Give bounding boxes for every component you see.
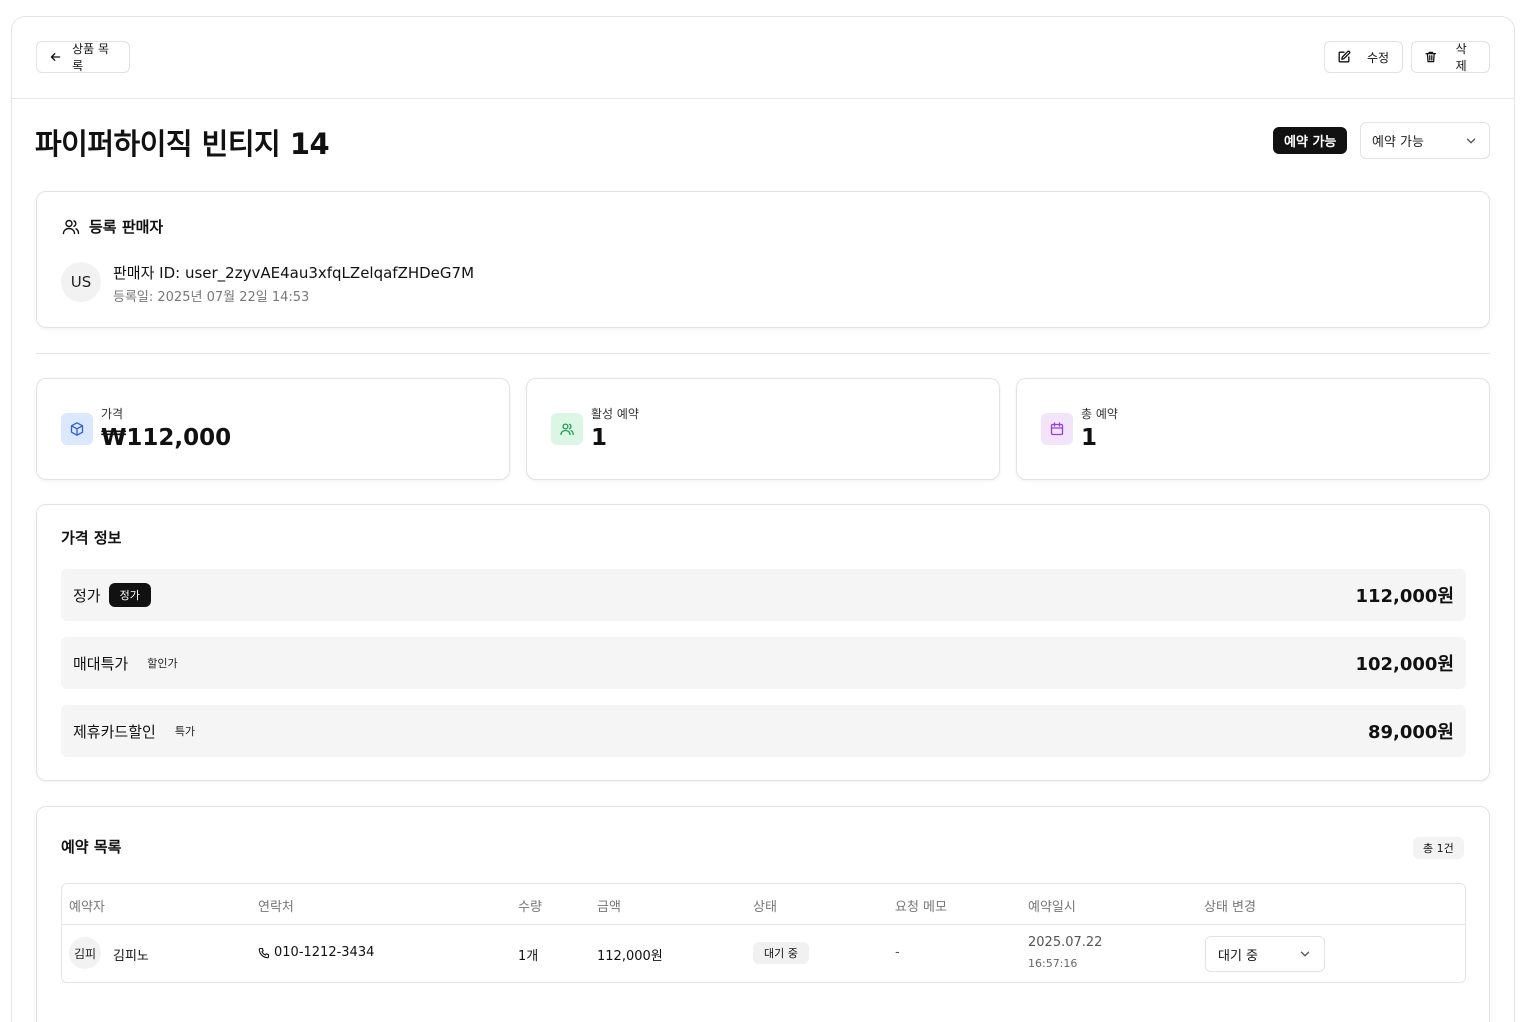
column-header: 금액: [597, 900, 621, 915]
status-badge: 예약 가능: [1273, 127, 1348, 154]
stat-value: 1: [1081, 425, 1098, 451]
edit-label: 수정: [1367, 50, 1390, 65]
reservation-list-title: 예약 목록: [61, 838, 122, 856]
back-label: 상품 목록: [72, 42, 110, 73]
reservation-date: 2025.07.22: [1028, 935, 1103, 950]
price-row-regular: 정가 정가 112,000원: [61, 569, 1466, 621]
stat-card-active-reservations: 활성 예약 1: [526, 378, 1000, 480]
top-bar: 상품 목록 수정 삭제: [12, 17, 1514, 99]
price-info-card: 가격 정보 정가 정가 112,000원 매대특가 할인가 102,000원 제…: [36, 504, 1490, 781]
arrow-left-icon: [50, 53, 61, 61]
seller-id: 판매자 ID: user_2zyvAE4au3xfqLZelqafZHDeG7M: [113, 264, 475, 282]
reservation-memo: -: [895, 945, 900, 960]
price-value: 89,000원: [1367, 722, 1454, 743]
seller-card: 등록 판매자 US 판매자 ID: user_2zyvAE4au3xfqLZel…: [36, 191, 1490, 328]
seller-registered-date: 등록일: 2025년 07월 22일 14:53: [113, 290, 310, 305]
column-header: 예약자: [69, 900, 105, 915]
column-header: 수량: [518, 900, 542, 915]
price-row-discount: 매대특가 할인가 102,000원: [61, 637, 1466, 689]
column-header: 예약일시: [1028, 900, 1076, 915]
reservation-table: 예약자 연락처 수량 금액 상태 요청 메모 예약일시 상태 변경 김피 김피노…: [61, 883, 1466, 983]
stat-label: 활성 예약: [591, 407, 639, 421]
price-tag: 특가: [174, 725, 196, 738]
price-value: 112,000원: [1355, 586, 1454, 607]
reservation-status-badge: 대기 중: [753, 942, 809, 964]
price-info-title: 가격 정보: [61, 529, 122, 547]
price-tag: 정가: [108, 583, 151, 607]
status-select-value: 예약 가능: [1372, 135, 1424, 150]
price-label: 매대특가: [73, 654, 129, 673]
price-row-card-discount: 제휴카드할인 특가 89,000원: [61, 705, 1466, 757]
reservation-time: 16:57:16: [1028, 957, 1078, 970]
page-container: 상품 목록 수정 삭제 파이퍼하이직 빈티지 14 예약 가능 예약 가능 등록…: [11, 16, 1515, 1022]
price-tag: 할인가: [147, 657, 178, 670]
stat-card-price: 가격 ₩112,000: [36, 378, 510, 480]
seller-avatar: US: [61, 262, 101, 302]
seller-heading-label: 등록 판매자: [89, 218, 164, 236]
price-value: 102,000원: [1355, 654, 1454, 675]
stat-label: 가격: [101, 407, 124, 421]
price-label: 정가: [73, 586, 101, 605]
table-header: 예약자 연락처 수량 금액 상태 요청 메모 예약일시 상태 변경: [62, 884, 1465, 925]
column-header: 연락처: [258, 900, 294, 915]
phone-number: 010-1212-3434: [274, 945, 375, 960]
stat-value: 1: [591, 425, 608, 451]
chevron-down-icon: [1300, 951, 1310, 957]
delete-button[interactable]: 삭제: [1411, 41, 1490, 73]
status-change-value: 대기 중: [1218, 948, 1259, 964]
stat-label: 총 예약: [1081, 407, 1118, 421]
section-divider: [36, 353, 1490, 354]
stat-value: ₩112,000: [101, 425, 232, 451]
edit-icon: [1338, 50, 1351, 63]
reserver-name: 김피노: [113, 949, 149, 964]
reservation-quantity: 1개: [518, 949, 539, 964]
edit-button[interactable]: 수정: [1324, 41, 1403, 73]
box-icon: [61, 413, 93, 445]
users-icon: [62, 219, 80, 234]
back-to-list-button[interactable]: 상품 목록: [36, 41, 130, 73]
trash-icon: [1425, 51, 1437, 63]
users-icon: [551, 413, 583, 445]
phone-icon: [258, 947, 270, 958]
seller-heading: 등록 판매자: [61, 216, 163, 237]
column-header: 상태: [753, 900, 777, 915]
chevron-down-icon: [1466, 138, 1476, 143]
column-header: 상태 변경: [1204, 900, 1256, 915]
reserver-phone: 010-1212-3434: [258, 945, 374, 960]
status-change-select[interactable]: 대기 중: [1205, 936, 1325, 972]
reservation-list-card: 예약 목록 총 1건 예약자 연락처 수량 금액 상태 요청 메모 예약일시 상…: [36, 806, 1490, 1022]
status-select[interactable]: 예약 가능: [1360, 122, 1490, 159]
price-label: 제휴카드할인: [73, 722, 156, 741]
reservation-count-badge: 총 1건: [1413, 837, 1464, 859]
table-row: 김피 김피노 010-1212-3434 1개 112,000원 대기 중 - …: [62, 925, 1465, 982]
reservation-amount: 112,000원: [597, 949, 663, 964]
page-title: 파이퍼하이직 빈티지 14: [35, 127, 330, 161]
reserver-avatar: 김피: [69, 937, 101, 969]
calendar-icon: [1041, 413, 1073, 445]
column-header: 요청 메모: [895, 900, 947, 915]
delete-label: 삭제: [1455, 42, 1467, 73]
stat-card-total-reservations: 총 예약 1: [1016, 378, 1490, 480]
